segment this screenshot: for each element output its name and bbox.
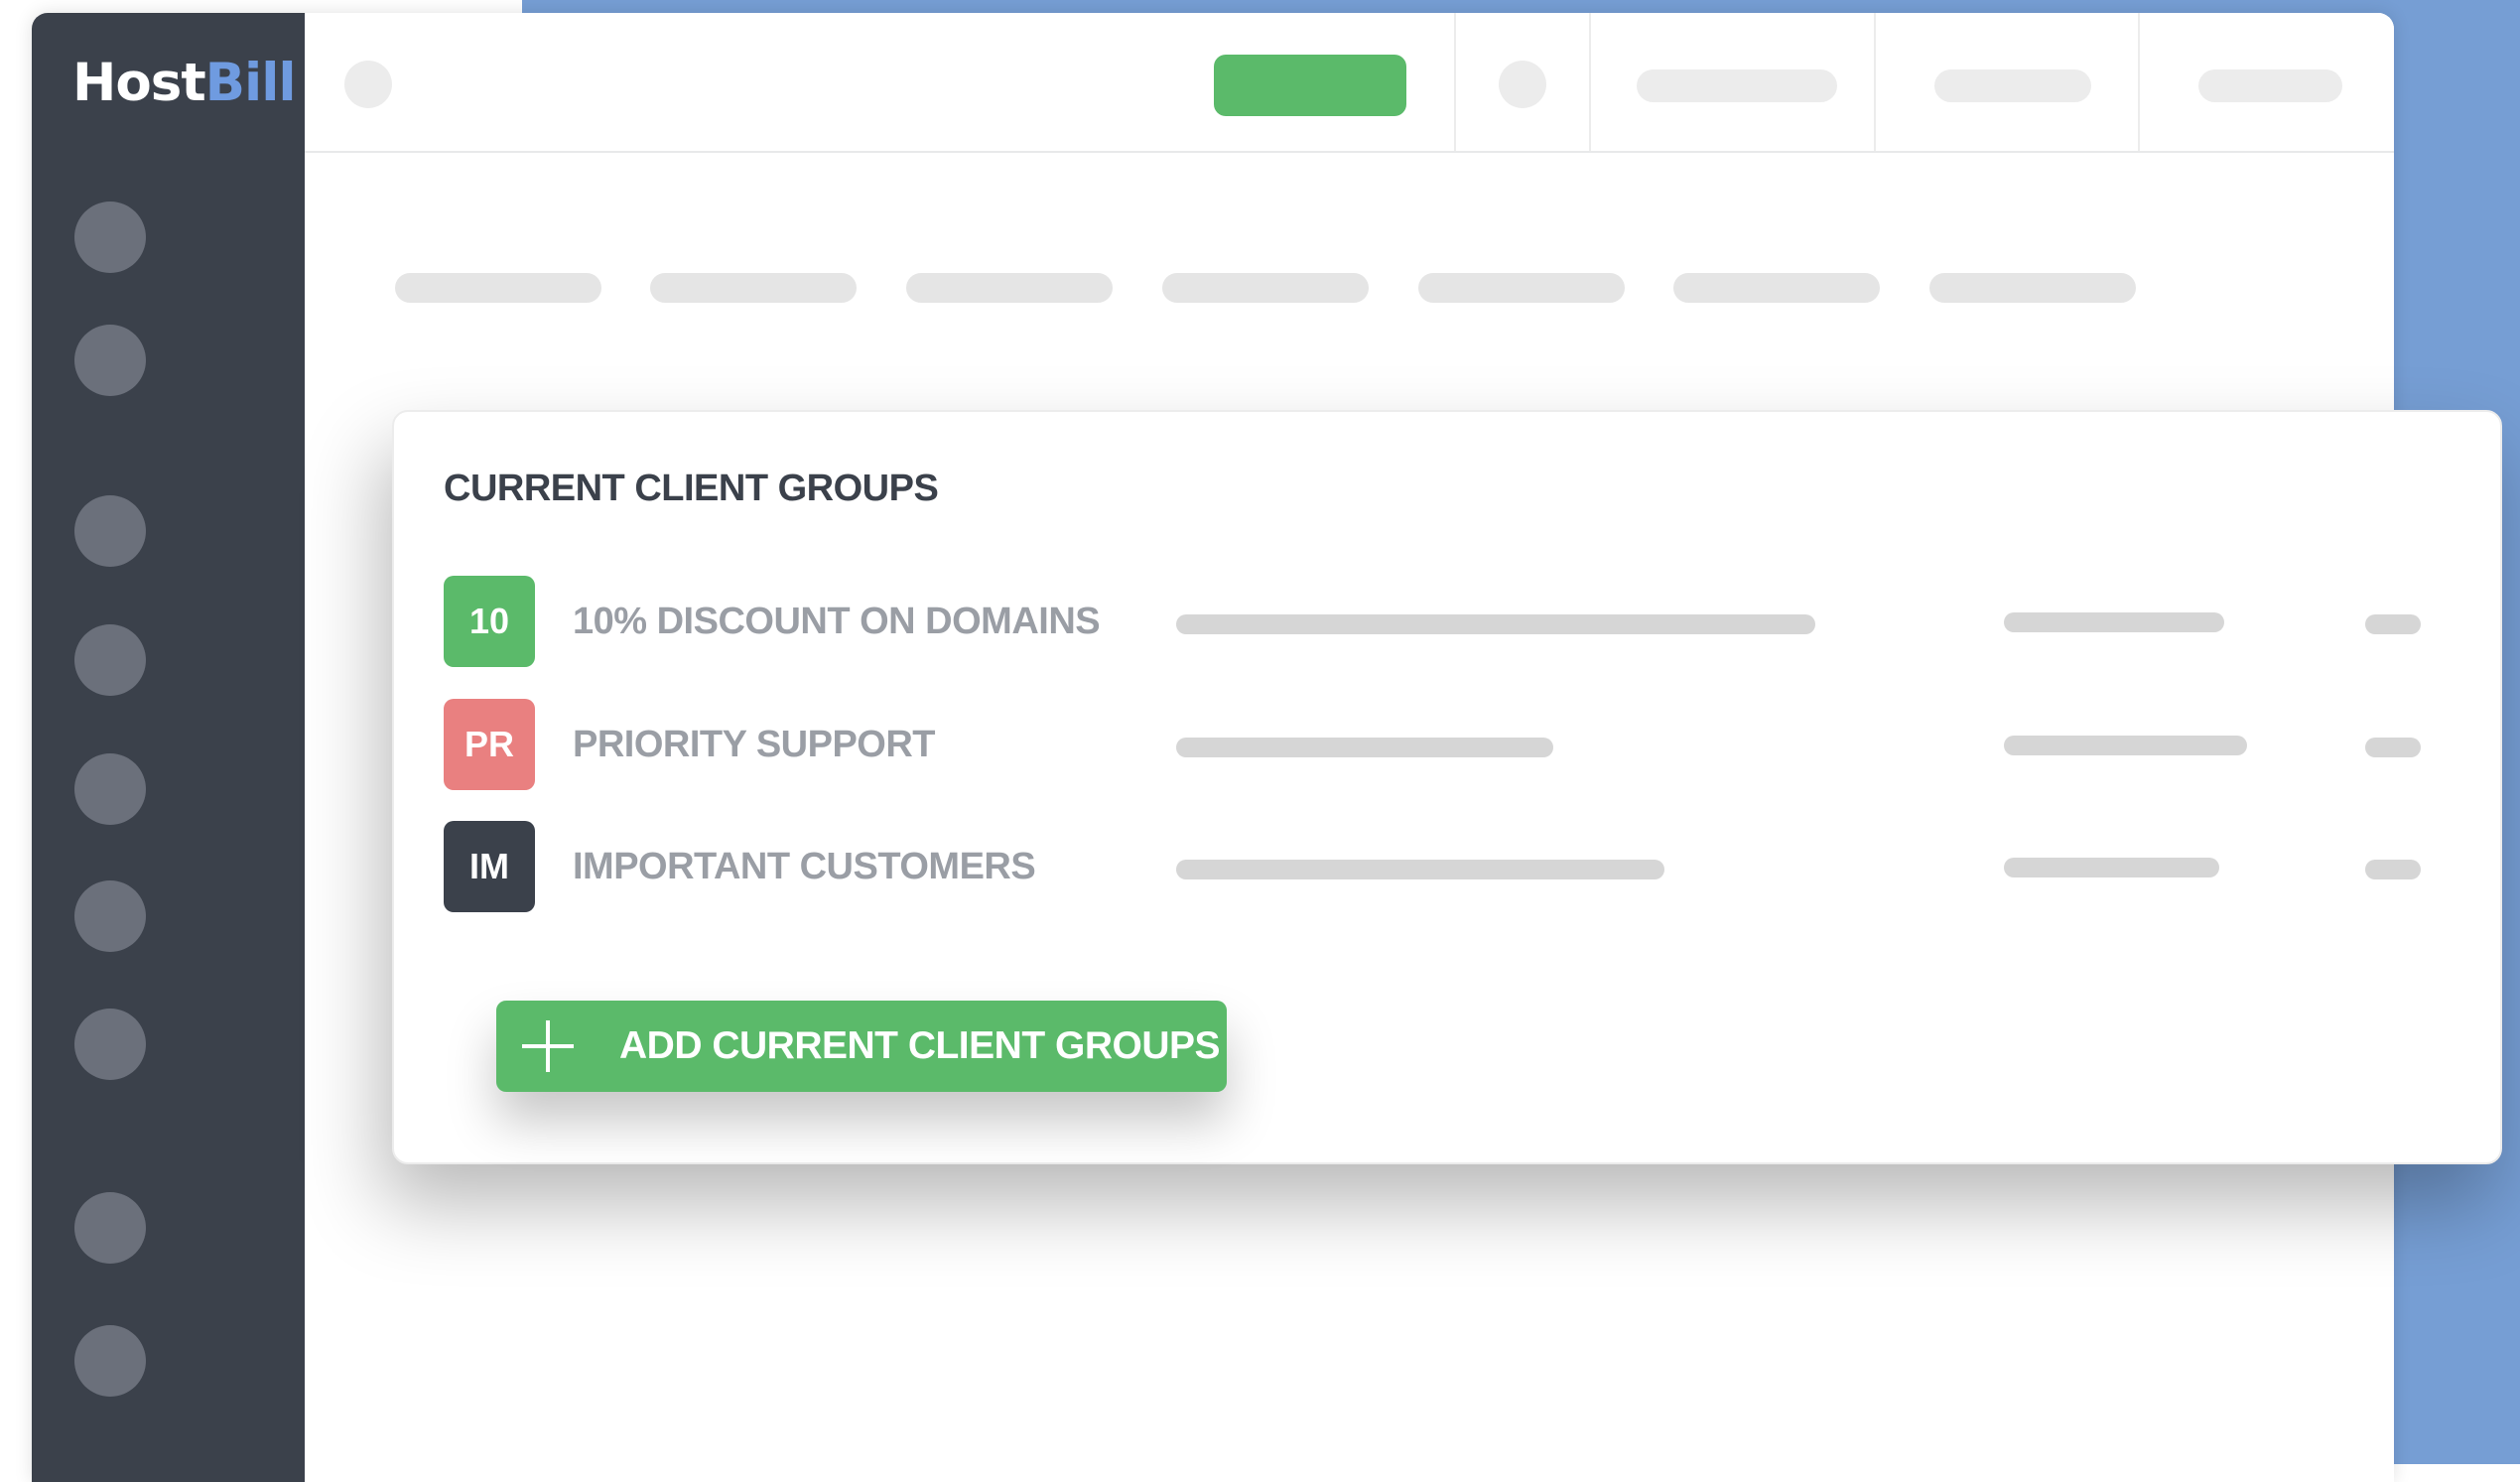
sidebar-nav-icon[interactable] [74, 495, 146, 567]
tab-placeholder[interactable] [395, 273, 601, 303]
group-name: IMPORTANT CUSTOMERS [573, 846, 1036, 887]
topbar-divider [1874, 13, 1876, 151]
sidebar-nav-icon[interactable] [74, 202, 146, 273]
placeholder-bar [2004, 612, 2224, 632]
top-bar [305, 13, 2394, 153]
tab-placeholder[interactable] [1162, 273, 1369, 303]
primary-action-button[interactable] [1214, 55, 1406, 116]
sidebar-nav-icon[interactable] [74, 880, 146, 952]
group-name: PRIORITY SUPPORT [573, 724, 936, 765]
menu-toggle-icon[interactable] [344, 61, 392, 108]
placeholder-bar [1176, 738, 1553, 757]
placeholder-bar [2365, 860, 2421, 879]
topbar-divider [1589, 13, 1591, 151]
tab-placeholder[interactable] [1929, 273, 2136, 303]
sidebar-nav-icon[interactable] [74, 753, 146, 825]
sidebar-nav-icon[interactable] [74, 1009, 146, 1080]
client-group-row[interactable]: PR PRIORITY SUPPORT [444, 699, 2468, 790]
placeholder-bar [1176, 614, 1815, 634]
notification-icon[interactable] [1499, 61, 1546, 108]
topbar-divider [2138, 13, 2140, 151]
client-group-row[interactable]: IM IMPORTANT CUSTOMERS [444, 821, 2468, 912]
group-badge: 10 [444, 576, 535, 667]
client-groups-card: CURRENT CLIENT GROUPS 10 10% DISCOUNT ON… [392, 410, 2502, 1164]
topbar-divider [1454, 13, 1456, 151]
group-badge: PR [444, 699, 535, 790]
tab-placeholder[interactable] [906, 273, 1113, 303]
tab-placeholder[interactable] [650, 273, 857, 303]
topbar-menu-item[interactable] [1934, 69, 2091, 102]
placeholder-bar [2004, 736, 2247, 755]
client-group-row[interactable]: 10 10% DISCOUNT ON DOMAINS [444, 576, 2468, 667]
placeholder-bar [2004, 858, 2219, 877]
placeholder-bar [1176, 860, 1664, 879]
add-client-group-button[interactable]: ADD CURRENT CLIENT GROUPS [496, 1001, 1227, 1092]
sidebar-nav-icon[interactable] [74, 624, 146, 696]
group-badge: IM [444, 821, 535, 912]
sidebar: HostBill [32, 13, 305, 1482]
hostbill-logo[interactable]: HostBill [72, 53, 297, 113]
tab-placeholder[interactable] [1673, 273, 1880, 303]
topbar-menu-item[interactable] [2198, 69, 2342, 102]
card-title: CURRENT CLIENT GROUPS [444, 468, 939, 509]
add-button-label: ADD CURRENT CLIENT GROUPS [619, 1024, 1221, 1067]
plus-icon [522, 1020, 574, 1072]
placeholder-bar [2365, 738, 2421, 757]
group-name: 10% DISCOUNT ON DOMAINS [573, 601, 1101, 642]
topbar-menu-item[interactable] [1637, 69, 1837, 102]
sidebar-nav-icon[interactable] [74, 1192, 146, 1264]
placeholder-bar [2365, 614, 2421, 634]
sidebar-nav-icon[interactable] [74, 1325, 146, 1397]
tab-placeholder[interactable] [1418, 273, 1625, 303]
sidebar-nav-icon[interactable] [74, 325, 146, 396]
